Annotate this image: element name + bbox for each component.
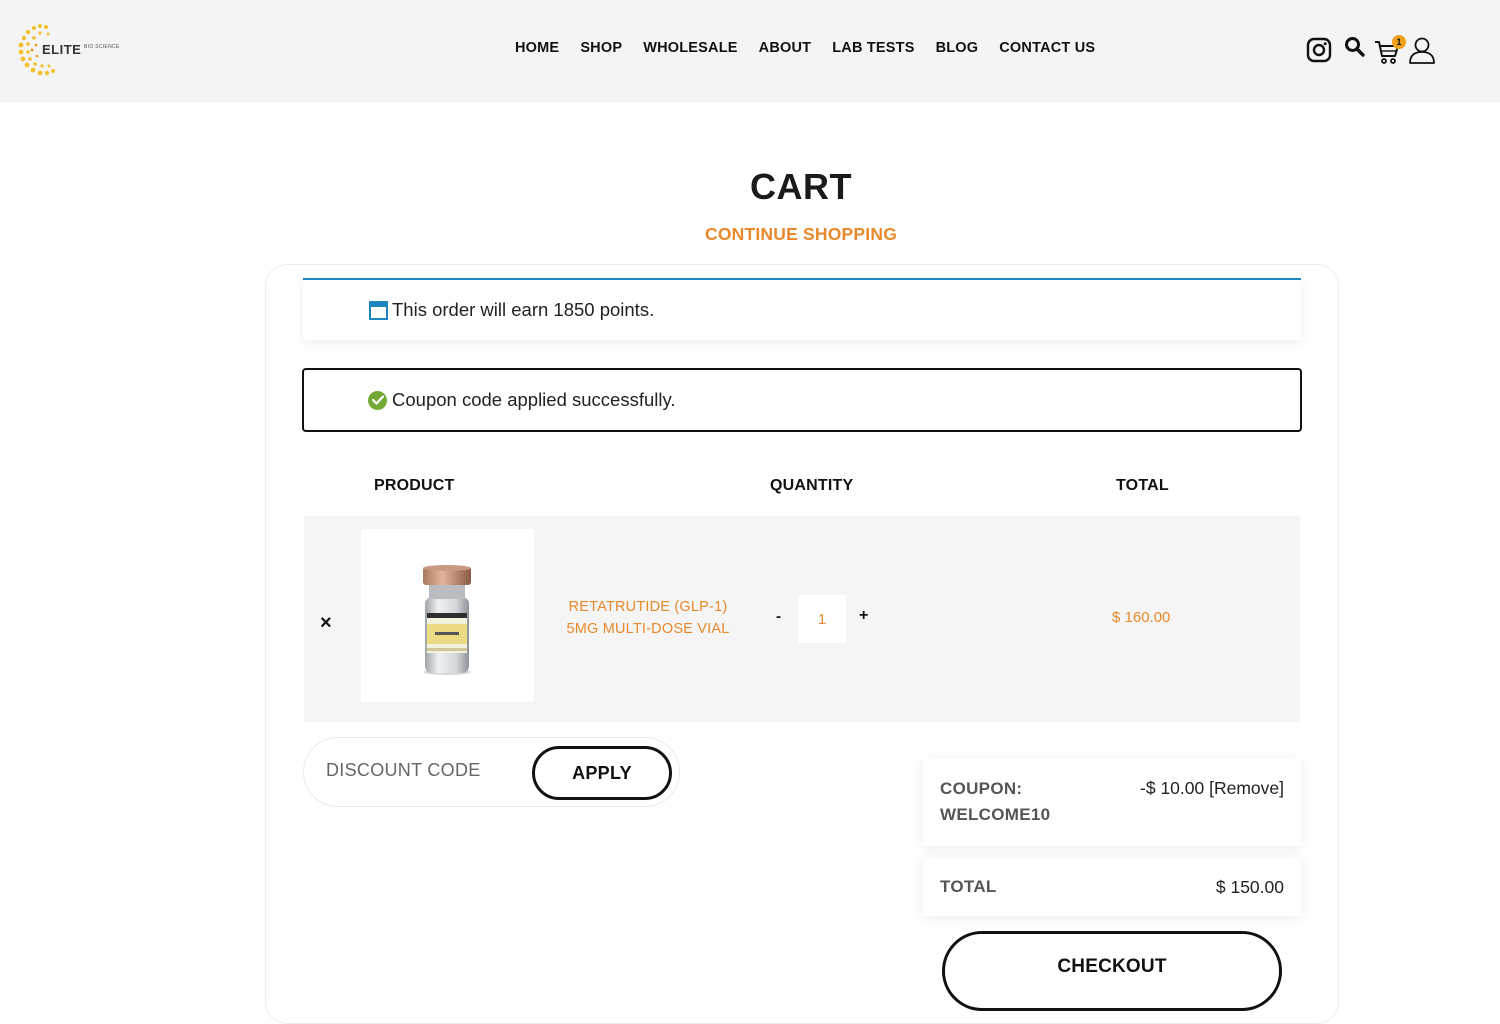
nav-blog[interactable]: BLOG <box>936 40 979 56</box>
coupon-label-prefix: COUPON: <box>940 779 1023 798</box>
page-title: CART <box>750 166 852 207</box>
continue-shopping-link[interactable]: CONTINUE SHOPPING <box>0 224 1500 245</box>
checkout-button[interactable]: CHECKOUT <box>942 931 1282 1011</box>
product-name-line-1: RETATRUTIDE (GLP-1) <box>568 599 728 615</box>
cart-icon[interactable]: 1 <box>1374 35 1406 70</box>
quantity-input[interactable] <box>798 595 846 643</box>
discount-code-input[interactable] <box>326 760 526 781</box>
cart-row: × RETATRUTIDE (GLP-1) 5MG MULTI-DOSE VIA… <box>304 516 1300 722</box>
nav-shop[interactable]: SHOP <box>580 40 622 56</box>
nav-wholesale[interactable]: WHOLESALE <box>643 40 737 56</box>
points-notice-text: This order will earn 1850 points. <box>392 299 655 320</box>
brand-logo[interactable]: ELITE BIO SCIENCE <box>16 22 126 78</box>
nav-lab-tests[interactable]: LAB TESTS <box>832 40 914 56</box>
nav-about[interactable]: ABOUT <box>759 40 812 56</box>
coupon-code: WELCOME10 <box>940 805 1051 824</box>
row-total: $ 160.00 <box>1112 609 1171 626</box>
product-name-line-2: 5MG MULTI-DOSE VIAL <box>566 621 730 637</box>
cart-count-badge: 1 <box>1392 35 1406 49</box>
nav-home[interactable]: HOME <box>515 40 559 56</box>
user-icon[interactable] <box>1408 36 1436 69</box>
coupon-success-text: Coupon code applied successfully. <box>392 389 676 410</box>
instagram-icon[interactable] <box>1306 37 1332 68</box>
check-circle-icon <box>368 390 387 410</box>
remove-coupon-link[interactable]: [Remove] <box>1209 778 1284 798</box>
product-name-link[interactable]: RETATRUTIDE (GLP-1) 5MG MULTI-DOSE VIAL <box>558 596 738 640</box>
order-total-row: TOTAL $ 150.00 <box>923 858 1301 916</box>
product-thumbnail[interactable] <box>361 529 534 702</box>
logo-wordmark: ELITE <box>42 42 82 57</box>
header-icons: 1 <box>1306 35 1436 70</box>
window-icon <box>369 300 388 320</box>
coupon-label: COUPON: WELCOME10 <box>940 776 1050 828</box>
quantity-decrease-button[interactable]: - <box>776 608 781 625</box>
apply-coupon-button[interactable]: APPLY <box>532 746 672 800</box>
coupon-discount-value: -$ 10.00 <box>1140 778 1205 798</box>
quantity-increase-button[interactable]: + <box>859 607 868 625</box>
total-value: $ 150.00 <box>1215 877 1284 897</box>
discount-form: APPLY <box>303 737 680 807</box>
nav-contact-us[interactable]: CONTACT US <box>999 40 1095 56</box>
remove-item-button[interactable]: × <box>320 612 332 635</box>
search-icon[interactable] <box>1344 36 1366 63</box>
column-header-quantity: QUANTITY <box>770 477 854 494</box>
coupon-summary-row: COUPON: WELCOME10 -$ 10.00 [Remove] <box>923 758 1301 846</box>
coupon-amount: -$ 10.00 [Remove] <box>1140 778 1284 799</box>
total-label: TOTAL <box>940 877 997 896</box>
coupon-success-notice: Coupon code applied successfully. <box>302 368 1302 432</box>
vial-image <box>423 565 471 675</box>
main-nav: HOME SHOP WHOLESALE ABOUT LAB TESTS BLOG… <box>515 40 1116 56</box>
column-header-product: PRODUCT <box>374 477 455 494</box>
logo-subtitle: BIO SCIENCE <box>84 44 120 50</box>
site-header: ELITE BIO SCIENCE HOME SHOP WHOLESALE AB… <box>0 0 1500 102</box>
column-header-total: TOTAL <box>1116 477 1169 494</box>
points-notice: This order will earn 1850 points. <box>303 278 1301 340</box>
